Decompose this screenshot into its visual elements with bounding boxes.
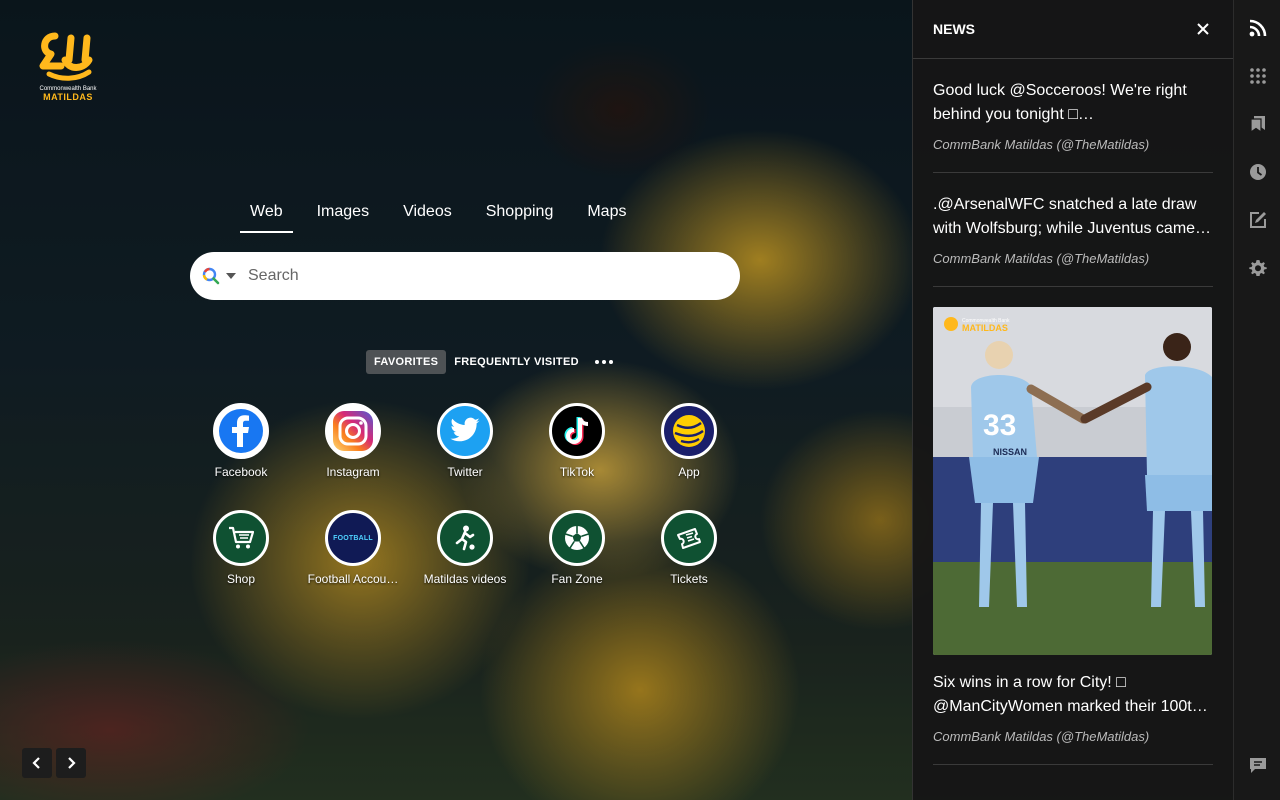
speed-dial-label: Football Accou… [307, 572, 399, 586]
tab-maps[interactable]: Maps [577, 195, 636, 233]
matildas-emblem-icon [39, 32, 93, 81]
speed-dial-tiktok[interactable]: TikTok [527, 403, 627, 479]
rss-icon[interactable] [1246, 16, 1270, 40]
speed-dial-shop[interactable]: Shop [191, 510, 291, 586]
image-logo-team: MATILDAS [962, 323, 1008, 333]
notes-icon[interactable] [1246, 208, 1270, 232]
news-article-source: CommBank Matildas (@TheMatildas) [933, 729, 1150, 744]
soccer-ball-icon [549, 510, 605, 566]
tab-shopping[interactable]: Shopping [476, 195, 564, 233]
speed-dial-label: Facebook [214, 465, 268, 479]
speed-dial-label: Fan Zone [551, 572, 603, 586]
facebook-icon [213, 403, 269, 459]
news-article-source: CommBank Matildas (@TheMatildas) [933, 137, 1150, 152]
speed-dial-label: Twitter [447, 465, 483, 479]
football-logo-icon: FOOTBALL [325, 510, 381, 566]
history-icon[interactable] [1246, 160, 1270, 184]
close-icon[interactable] [1193, 19, 1213, 39]
news-article-image: 33 NISSAN Commonwealth Bank MATILDAS [933, 307, 1212, 655]
speed-dial-label: Instagram [326, 465, 380, 479]
news-article-title: .@ArsenalWFC snatched a late draw with W… [933, 196, 1212, 237]
speed-dial-label: App [678, 465, 700, 479]
player-number-text: 33 [983, 409, 1016, 442]
news-article[interactable]: .@ArsenalWFC snatched a late draw with W… [933, 173, 1213, 287]
speed-dial-matildas-videos[interactable]: Matildas videos [415, 510, 515, 586]
instagram-icon [325, 403, 381, 459]
football-badge-text: FOOTBALL [333, 534, 373, 542]
shirt-sponsor-text: NISSAN [993, 447, 1027, 457]
speed-dial-app[interactable]: App [639, 403, 739, 479]
chevron-down-icon [226, 273, 236, 279]
tab-favorites[interactable]: FAVORITES [366, 350, 447, 374]
search-type-tabs: Web Images Videos Shopping Maps [240, 195, 650, 235]
feedback-icon[interactable] [1246, 754, 1270, 778]
matildas-logo: Commonwealth Bank MATILDAS [30, 30, 106, 102]
news-panel: NEWS Good luck @Socceroos! We're right b… [912, 0, 1233, 800]
tiktok-icon [549, 403, 605, 459]
search-bar [190, 252, 740, 300]
speed-dial-label: Shop [226, 572, 256, 586]
speed-dial-header: FAVORITES FREQUENTLY VISITED [366, 350, 615, 374]
settings-icon[interactable] [1246, 256, 1270, 280]
speed-dial-instagram[interactable]: Instagram [303, 403, 403, 479]
search-input[interactable] [246, 266, 740, 286]
speed-dial-label: Matildas videos [423, 572, 507, 586]
football-app-icon [661, 403, 717, 459]
shopping-cart-icon [213, 510, 269, 566]
speed-dial-facebook[interactable]: Facebook [191, 403, 291, 479]
chevron-right-icon [68, 757, 76, 769]
tab-frequently-visited[interactable]: FREQUENTLY VISITED [446, 350, 587, 374]
search-engine-selector[interactable] [190, 252, 238, 300]
chevron-left-icon [32, 757, 40, 769]
speed-dial-label: TikTok [559, 465, 595, 479]
bookmarks-icon[interactable] [1246, 112, 1270, 136]
search-engine-icon [202, 267, 220, 285]
previous-background-button[interactable] [22, 748, 52, 778]
speed-dial-fan-zone[interactable]: Fan Zone [527, 510, 627, 586]
speed-dial-tickets[interactable]: Tickets [639, 510, 739, 586]
player-kicking-icon [437, 510, 493, 566]
speed-dial-twitter[interactable]: Twitter [415, 403, 515, 479]
news-article[interactable]: 33 NISSAN Commonwealth Bank MATILDAS Six… [933, 287, 1213, 765]
speed-dial-football-account[interactable]: FOOTBALL Football Accou… [303, 510, 403, 586]
right-sidebar [1233, 0, 1280, 800]
news-article-title: Six wins in a row for City! □ @ManCityWo… [933, 674, 1208, 715]
more-options-icon[interactable] [593, 351, 615, 373]
news-article[interactable]: Good luck @Socceroos! We're right behind… [933, 59, 1213, 173]
news-panel-title: NEWS [933, 21, 975, 37]
news-panel-header: NEWS [913, 0, 1233, 59]
news-article-title: Good luck @Socceroos! We're right behind… [933, 82, 1187, 123]
speed-dial-label: Tickets [670, 572, 708, 586]
twitter-icon [437, 403, 493, 459]
tab-images[interactable]: Images [307, 195, 379, 233]
news-article-source: CommBank Matildas (@TheMatildas) [933, 251, 1150, 266]
logo-team-text: MATILDAS [43, 92, 93, 102]
next-background-button[interactable] [56, 748, 86, 778]
tab-web[interactable]: Web [240, 195, 293, 233]
tab-videos[interactable]: Videos [393, 195, 462, 233]
ticket-icon [661, 510, 717, 566]
apps-grid-icon[interactable] [1246, 64, 1270, 88]
